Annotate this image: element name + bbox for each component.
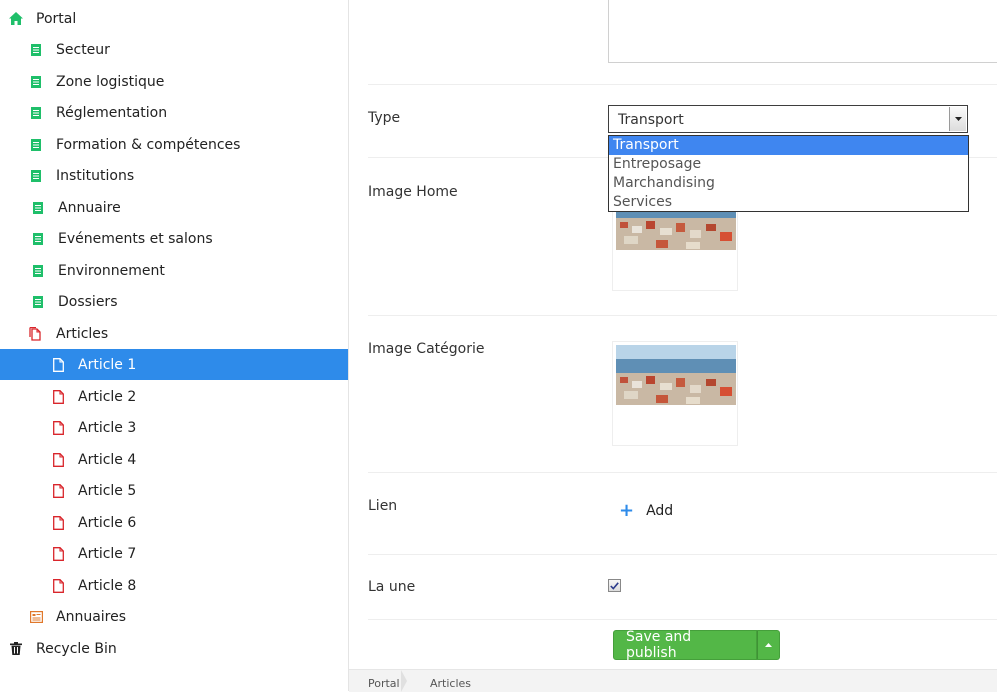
tree-item-secteur[interactable]: Secteur [0,34,348,65]
type-option-entreposage[interactable]: Entreposage [609,155,968,174]
tree-item-label: Annuaire [58,199,121,216]
tree-item-label: Institutions [56,167,135,184]
document-list-icon [31,232,45,246]
tree-item-label: Dossiers [58,293,118,310]
type-dropdown-list: Transport Entreposage Marchandising Serv… [608,135,969,212]
tree-item-label: Article 6 [78,514,137,531]
tree-item-article-6[interactable]: Article 6 [0,507,348,538]
la-une-checkbox[interactable] [608,579,621,592]
tree-item-evenements[interactable]: Evénements et salons [0,223,348,254]
document-list-icon [29,106,43,120]
tree-item-dossiers[interactable]: Dossiers [0,286,348,317]
tree-item-recycle-bin[interactable]: Recycle Bin [0,633,348,664]
tree-item-label: Articles [56,325,109,342]
tree-item-article-7[interactable]: Article 7 [0,538,348,569]
document-list-icon [31,295,45,309]
row-divider [368,315,997,316]
chevron-down-icon[interactable] [949,107,966,131]
tree-item-article-1[interactable]: Article 1 [0,349,348,380]
type-option-marchandising[interactable]: Marchandising [609,174,968,193]
tree-item-label: Evénements et salons [58,230,213,247]
editor-panel: Type Transport Image Home Transport Entr… [349,0,997,692]
text-area[interactable] [608,0,997,63]
document-list-icon [29,75,43,89]
save-and-publish-button[interactable]: Save and publish [613,629,757,661]
tree-item-article-2[interactable]: Article 2 [0,381,348,412]
tree-item-label: Article 3 [78,419,137,436]
tree-item-label: Environnement [58,262,165,279]
tree-item-reglementation[interactable]: Réglementation [0,97,348,128]
document-icon [51,452,65,467]
document-list-icon [29,43,43,57]
save-button-group: Save and publish [613,629,780,661]
caret-up-icon [765,643,772,647]
document-icon [51,420,65,435]
content-tree: Portal Secteur Zone logistique Réglement… [0,0,349,691]
tree-item-portal[interactable]: Portal [0,3,348,34]
type-select[interactable]: Transport [608,105,968,133]
document-icon [51,515,65,530]
row-divider [368,554,997,555]
tree-item-label: Article 7 [78,545,137,562]
tree-item-label: Formation & compétences [56,136,241,153]
breadcrumb: Portal Articles [349,669,997,692]
document-icon [51,389,65,404]
document-list-icon [31,264,45,278]
save-options-button[interactable] [757,630,780,660]
row-divider [368,472,997,473]
home-icon [9,12,23,26]
directory-icon [29,610,43,624]
row-divider [368,619,997,620]
document-icon [51,357,65,372]
breadcrumb-separator [401,670,407,692]
tree-item-label: Réglementation [56,104,168,121]
tree-item-article-8[interactable]: Article 8 [0,570,348,601]
checkmark-icon [610,581,619,590]
tree-item-formation[interactable]: Formation & compétences [0,129,348,160]
tree-item-label: Article 8 [78,577,137,594]
document-list-icon [31,201,45,215]
row-divider [368,84,997,85]
type-option-transport[interactable]: Transport [609,136,968,155]
add-link-label: Add [646,503,674,519]
document-icon [51,578,65,593]
document-icon [51,546,65,561]
breadcrumb-articles[interactable]: Articles [430,677,471,690]
tree-item-label: Article 2 [78,388,137,405]
tree-item-articles[interactable]: Articles [0,318,348,349]
tree-item-label: Article 1 [78,356,137,373]
type-label: Type [368,110,401,126]
tree-item-label: Article 4 [78,451,137,468]
tree-item-label: Portal [36,10,77,27]
tree-item-zone-logistique[interactable]: Zone logistique [0,66,348,97]
tree-item-label: Annuaires [56,608,127,625]
image-home-label: Image Home [368,184,458,200]
image-categorie-thumbnail [616,345,736,405]
type-option-services[interactable]: Services [609,193,968,212]
image-categorie-picker[interactable] [612,341,738,446]
trash-icon [9,642,23,656]
lien-label: Lien [368,498,398,514]
documents-icon [29,326,43,341]
plus-icon: + [619,500,635,521]
tree-item-annuaire[interactable]: Annuaire [0,192,348,223]
type-select-value: Transport [618,112,684,128]
add-link-button[interactable]: + Add [619,500,674,521]
tree-item-article-5[interactable]: Article 5 [0,475,348,506]
tree-item-label: Zone logistique [56,73,165,90]
tree-item-article-4[interactable]: Article 4 [0,444,348,475]
document-list-icon [29,169,43,183]
breadcrumb-portal[interactable]: Portal [368,677,400,690]
tree-item-label: Article 5 [78,482,137,499]
tree-item-article-3[interactable]: Article 3 [0,412,348,443]
tree-item-label: Secteur [56,41,110,58]
la-une-label: La une [368,579,416,595]
image-categorie-label: Image Catégorie [368,341,485,357]
document-icon [51,483,65,498]
document-list-icon [29,138,43,152]
tree-item-label: Recycle Bin [36,640,117,657]
tree-item-annuaires[interactable]: Annuaires [0,601,348,632]
tree-item-environnement[interactable]: Environnement [0,255,348,286]
tree-item-institutions[interactable]: Institutions [0,160,348,191]
